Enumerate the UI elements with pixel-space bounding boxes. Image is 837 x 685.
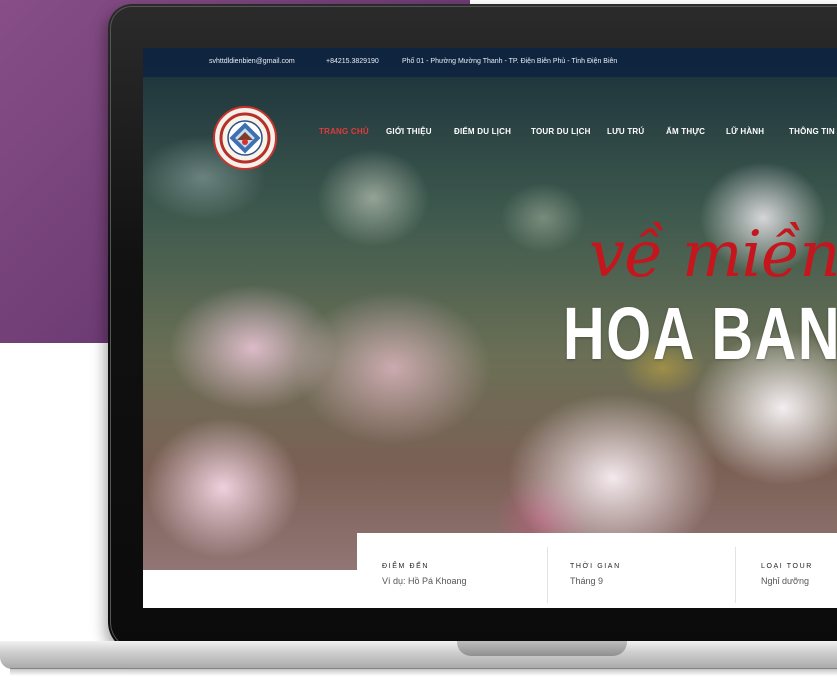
hero-script-title: về miền xyxy=(589,218,837,292)
topbar-phone[interactable]: +84215.3829190 xyxy=(326,58,379,65)
nav-tour-du-lich[interactable]: TOUR DU LỊCH xyxy=(531,127,591,136)
laptop-screen: svhttdldienbien@gmail.com +84215.3829190… xyxy=(143,48,837,608)
laptop-base xyxy=(0,641,837,669)
nav-thong-tin[interactable]: THÔNG TIN HỮ xyxy=(789,127,837,136)
laptop-hinge-notch xyxy=(457,641,627,656)
field-divider xyxy=(547,547,548,603)
nav-trang-chu[interactable]: TRANG CHỦ xyxy=(319,127,369,136)
tour-type-label: LOẠI TOUR xyxy=(761,563,813,570)
nav-gioi-thieu[interactable]: GIỚI THIỆU xyxy=(386,127,432,136)
time-field[interactable]: THỜI GIAN Tháng 9 xyxy=(570,563,621,586)
tour-search-box: ĐIỂM ĐẾN Ví dụ: Hồ Pá Khoang THỜI GIAN T… xyxy=(357,533,837,608)
tour-type-select[interactable]: Nghỉ dưỡng xyxy=(761,576,813,586)
nav-luu-tru[interactable]: LƯU TRÚ xyxy=(607,127,644,136)
nav-am-thuc[interactable]: ẨM THỰC xyxy=(666,127,705,136)
hero-big-title: HOA BAN xyxy=(563,292,837,375)
nav-diem-du-lich[interactable]: ĐIỂM DU LỊCH xyxy=(454,127,511,136)
contact-topbar: svhttdldienbien@gmail.com +84215.3829190… xyxy=(143,48,837,77)
laptop-base-shadow xyxy=(10,668,837,676)
tour-type-field[interactable]: LOẠI TOUR Nghỉ dưỡng xyxy=(761,563,813,586)
field-divider xyxy=(735,547,736,603)
topbar-email[interactable]: svhttdldienbien@gmail.com xyxy=(209,58,295,65)
nav-lu-hanh[interactable]: LỮ HÀNH xyxy=(726,127,764,136)
site-logo[interactable] xyxy=(213,106,277,170)
topbar-address: Phố 01 - Phường Mường Thanh - TP. Điện B… xyxy=(402,58,618,65)
logo-emblem-icon xyxy=(219,112,271,164)
destination-field[interactable]: ĐIỂM ĐẾN Ví dụ: Hồ Pá Khoang xyxy=(382,563,467,586)
time-label: THỜI GIAN xyxy=(570,563,621,570)
time-select[interactable]: Tháng 9 xyxy=(570,576,621,586)
destination-input[interactable]: Ví dụ: Hồ Pá Khoang xyxy=(382,576,467,586)
destination-label: ĐIỂM ĐẾN xyxy=(382,563,430,570)
